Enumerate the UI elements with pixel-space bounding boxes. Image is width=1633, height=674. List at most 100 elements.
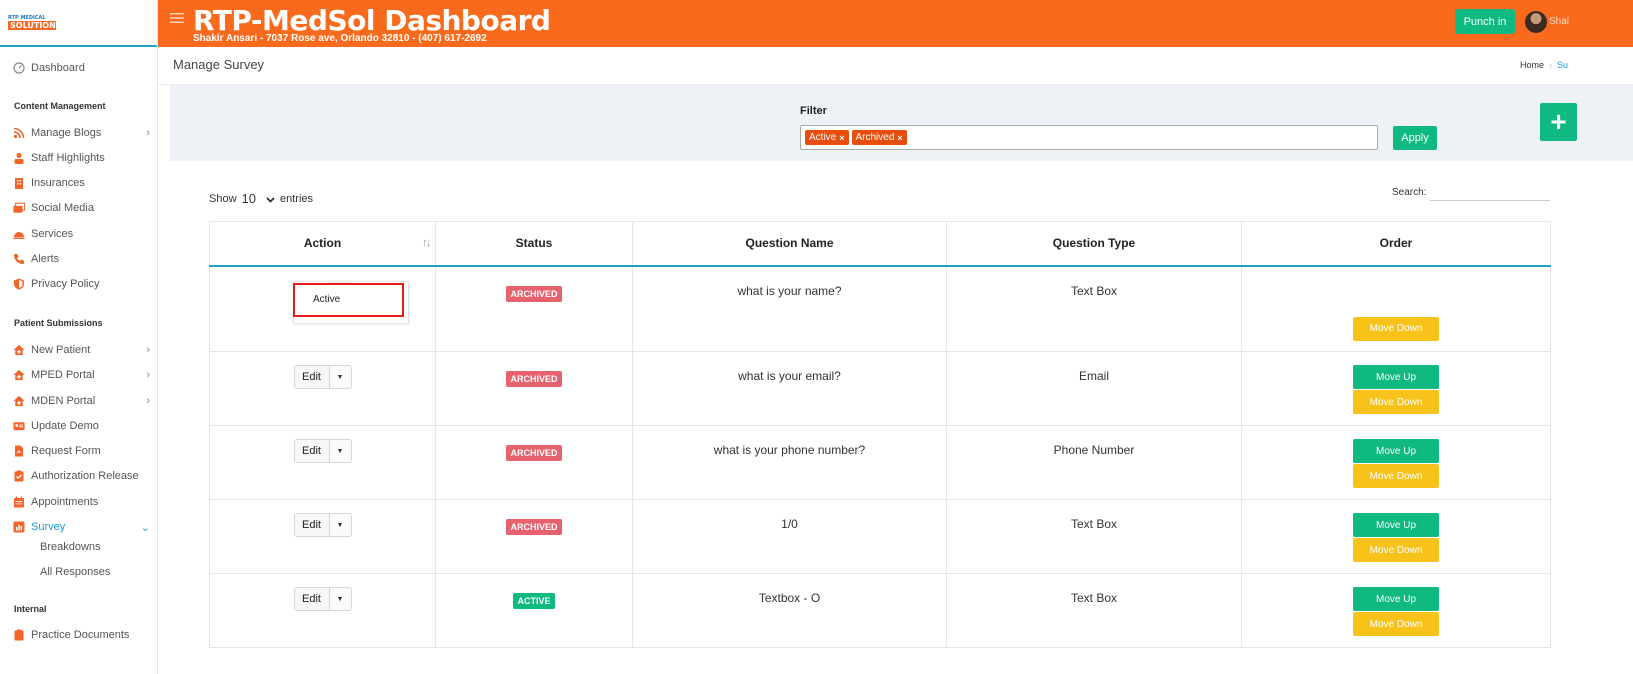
- sidebar-item-staff-highlights[interactable]: Staff Highlights: [0, 148, 158, 168]
- column-header-order[interactable]: Order: [1241, 221, 1551, 267]
- sidebar-item-label: Update Demo: [31, 420, 99, 432]
- sidebar-item-mped-portal[interactable]: MPED Portal ›: [0, 365, 158, 385]
- move-down-button[interactable]: Move Down: [1353, 538, 1439, 562]
- move-down-button[interactable]: Move Down: [1353, 612, 1439, 636]
- avatar[interactable]: [1525, 11, 1547, 33]
- move-down-button[interactable]: Move Down: [1353, 316, 1439, 341]
- status-cell: ARCHIVED: [435, 351, 633, 426]
- move-up-button[interactable]: Move Up: [1353, 439, 1439, 463]
- column-header-question-name[interactable]: Question Name: [632, 221, 947, 267]
- edit-button[interactable]: Edit: [294, 366, 330, 388]
- sidebar-item-manage-blogs[interactable]: Manage Blogs ›: [0, 123, 158, 143]
- sidebar-item-services[interactable]: Services: [0, 224, 158, 244]
- sidebar-item-label: MDEN Portal: [31, 395, 96, 407]
- chevron-right-icon: ›: [146, 369, 150, 381]
- action-cell: Edit ▼: [209, 573, 436, 648]
- hamburger-menu-icon[interactable]: [170, 11, 184, 27]
- entries-select[interactable]: 10: [242, 191, 275, 206]
- column-header-question-type[interactable]: Question Type: [946, 221, 1242, 267]
- sidebar-item-insurances[interactable]: Insurances: [0, 173, 158, 193]
- apply-button[interactable]: Apply: [1393, 126, 1437, 150]
- filter-label: Filter: [800, 105, 827, 117]
- filter-tag-archived[interactable]: Archived ×: [851, 130, 907, 145]
- logo-line2: SOLUTION: [8, 21, 56, 30]
- sidebar-item-label: Appointments: [31, 496, 99, 508]
- chevron-down-icon: ⌄: [140, 521, 150, 534]
- edit-button-group: Edit ▼: [293, 365, 352, 389]
- question-type: Email: [1078, 369, 1109, 383]
- sidebar-item-label: Staff Highlights: [31, 152, 105, 164]
- logo[interactable]: RTP MEDICAL SOLUTION: [8, 15, 56, 31]
- filter-tag-active[interactable]: Active ×: [805, 130, 849, 145]
- move-down-button[interactable]: Move Down: [1353, 390, 1439, 414]
- sidebar-item-update-demo[interactable]: Update Demo: [0, 416, 158, 436]
- sidebar-item-appointments[interactable]: Appointments: [0, 492, 158, 512]
- status-badge: ARCHIVED: [506, 371, 562, 387]
- chevron-right-icon: ›: [146, 344, 150, 356]
- type-cell: Phone Number: [946, 425, 1242, 500]
- sidebar-item-label: MPED Portal: [31, 369, 95, 381]
- edit-button[interactable]: Edit: [294, 514, 330, 536]
- sidebar-item-alerts[interactable]: Alerts: [0, 249, 158, 269]
- file-signature-icon: [13, 445, 25, 457]
- sidebar-item-label: Practice Documents: [31, 629, 130, 641]
- move-down-button[interactable]: Move Down: [1353, 464, 1439, 488]
- punch-in-button[interactable]: Punch in: [1455, 9, 1515, 34]
- question-type: Text Box: [1070, 283, 1118, 298]
- sidebar-item-privacy-policy[interactable]: Privacy Policy: [0, 274, 158, 294]
- move-up-button[interactable]: Move Up: [1353, 513, 1439, 537]
- tag-label: Archived: [855, 132, 895, 143]
- edit-button[interactable]: Edit: [294, 440, 330, 462]
- plus-icon: +: [1550, 106, 1567, 137]
- search-input[interactable]: [1430, 187, 1551, 201]
- table-panel: Show 10 entries Search: Action ↑↓ Status …: [178, 161, 1633, 674]
- action-cell: Edit ▼: [209, 499, 436, 574]
- caret-down-icon[interactable]: ▼: [329, 366, 351, 388]
- caret-down-icon[interactable]: ▼: [329, 440, 351, 462]
- caret-down-icon[interactable]: ▼: [329, 588, 351, 610]
- question-name: Textbox - O: [758, 591, 821, 605]
- order-cell: Move Up Move Down: [1241, 573, 1551, 648]
- caret-down-icon[interactable]: ▼: [329, 514, 351, 536]
- sidebar-item-practice-documents[interactable]: Practice Documents: [0, 625, 158, 645]
- status-cell: ARCHIVED: [435, 425, 633, 500]
- house-medical-icon: [13, 344, 25, 356]
- question-type: Phone Number: [1053, 443, 1135, 457]
- sidebar-item-label: Services: [31, 228, 74, 240]
- status-badge: ARCHIVED: [506, 285, 562, 302]
- search-label: Search:: [1392, 187, 1427, 198]
- add-question-button[interactable]: +: [1540, 103, 1577, 141]
- sidebar-item-authorization-release[interactable]: Authorization Release: [0, 466, 158, 486]
- question-cell: what is your name?: [632, 265, 947, 352]
- sort-icon[interactable]: ↑↓: [422, 237, 431, 249]
- header-label: Status: [515, 236, 553, 251]
- remove-tag-icon[interactable]: ×: [897, 133, 902, 143]
- sidebar-item-new-patient[interactable]: New Patient ›: [0, 340, 158, 360]
- sidebar-item-breakdowns[interactable]: Breakdowns: [0, 537, 158, 557]
- entries-control: Show 10 entries: [209, 191, 313, 206]
- sidebar-item-social-media[interactable]: Social Media: [0, 198, 158, 218]
- move-up-button[interactable]: Move Up: [1353, 365, 1439, 389]
- question-name: 1/0: [781, 517, 798, 531]
- edit-button-group: Edit ▼: [293, 439, 352, 463]
- edit-button-group: Edit ▼: [293, 587, 352, 611]
- filter-multiselect[interactable]: Active × Archived ×: [800, 125, 1378, 150]
- edit-button[interactable]: Edit: [294, 588, 330, 610]
- sidebar-item-survey[interactable]: Survey ⌄: [0, 517, 158, 537]
- sidebar-item-all-responses[interactable]: All Responses: [0, 562, 158, 582]
- breadcrumb-home[interactable]: Home: [1520, 60, 1544, 70]
- username[interactable]: Shal: [1549, 16, 1569, 27]
- remove-tag-icon[interactable]: ×: [839, 133, 844, 143]
- edit-button-group: Edit ▼: [293, 513, 352, 537]
- dropdown-option-active[interactable]: Active: [293, 282, 404, 317]
- column-header-status[interactable]: Status: [435, 221, 633, 267]
- breadcrumb-separator-icon: ›: [1549, 60, 1553, 70]
- sidebar-item-label: Manage Blogs: [31, 127, 102, 139]
- sidebar-item-dashboard[interactable]: Dashboard: [0, 58, 158, 78]
- status-cell: ARCHIVED: [435, 499, 633, 574]
- sidebar-item-mden-portal[interactable]: MDEN Portal ›: [0, 391, 158, 411]
- column-header-action[interactable]: Action ↑↓: [209, 221, 436, 267]
- chevron-right-icon: ›: [146, 395, 150, 407]
- sidebar-item-request-form[interactable]: Request Form: [0, 441, 158, 461]
- move-up-button[interactable]: Move Up: [1353, 587, 1439, 611]
